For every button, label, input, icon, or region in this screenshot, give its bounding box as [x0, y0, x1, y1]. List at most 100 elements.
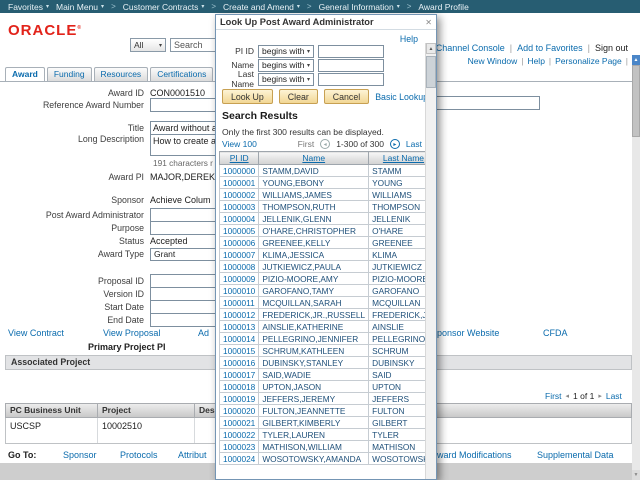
result-name-link[interactable]: WILLIAMS,JAMES [259, 189, 369, 201]
page-scrollbar[interactable]: ▲ ▼ [632, 55, 640, 480]
column-header-name[interactable]: Name [259, 152, 369, 165]
result-name-link[interactable]: SAID,WADIE [259, 369, 369, 381]
result-name-link[interactable]: JUTKIEWICZ,PAULA [259, 261, 369, 273]
breadcrumb-main-menu[interactable]: Main Menu ▾ [56, 2, 104, 12]
result-name-link[interactable]: YOUNG,EBONY [259, 177, 369, 189]
result-row[interactable]: 1000003 THOMPSON,RUTH THOMPSON [220, 201, 438, 213]
sponsor-website-link[interactable]: ponsor Website [437, 328, 499, 338]
next-row-icon[interactable]: ▸ [598, 392, 602, 400]
result-pi-id-link[interactable]: 1000016 [220, 357, 259, 369]
column-header-pi-id[interactable]: PI ID [220, 152, 259, 165]
result-pi-id-link[interactable]: 1000014 [220, 333, 259, 345]
result-name-link[interactable]: JEFFERS,JEREMY [259, 393, 369, 405]
result-row[interactable]: 1000020 FULTON,JEANNETTE FULTON [220, 405, 438, 417]
result-name-link[interactable]: STAMM,DAVID [259, 165, 369, 177]
end-date-input[interactable] [150, 313, 220, 327]
view-proposal-link[interactable]: View Proposal [103, 328, 160, 338]
goto-award-modifications-link[interactable]: ward Modifications [437, 450, 512, 460]
result-row[interactable]: 1000011 MCQUILLAN,SARAH MCQUILLAN [220, 297, 438, 309]
previous-row-icon[interactable]: ◂ [566, 392, 570, 400]
basic-lookup-link[interactable]: Basic Lookup [375, 92, 428, 102]
view-100-link[interactable]: View 100 [222, 139, 257, 149]
result-pi-id-link[interactable]: 1000013 [220, 321, 259, 333]
scroll-up-icon[interactable]: ▲ [632, 55, 640, 65]
pi-id-operator-select[interactable]: begins with ▾ [258, 45, 314, 58]
result-pi-id-link[interactable]: 1000017 [220, 369, 259, 381]
tab-resources[interactable]: Resources [94, 67, 149, 82]
result-pi-id-link[interactable]: 1000018 [220, 381, 259, 393]
result-row[interactable]: 1000006 GREENEE,KELLY GREENEE [220, 237, 438, 249]
clear-button[interactable]: Clear [279, 89, 318, 104]
result-pi-id-link[interactable]: 1000022 [220, 429, 259, 441]
result-row[interactable]: 1000024 WOSOTOWSKY,AMANDA WOSOTOWSKY [220, 453, 438, 465]
tab-award[interactable]: Award [5, 67, 45, 82]
scroll-up-icon[interactable]: ▲ [426, 43, 436, 54]
result-name-link[interactable]: DUBINSKY,STANLEY [259, 357, 369, 369]
result-name-link[interactable]: UPTON,JASON [259, 381, 369, 393]
scrollbar-thumb[interactable] [632, 65, 640, 137]
result-name-link[interactable]: MATHISON,WILLIAM [259, 441, 369, 453]
close-icon[interactable]: ✕ [425, 18, 432, 27]
pi-id-input[interactable] [318, 45, 384, 58]
cancel-button[interactable]: Cancel [324, 89, 369, 104]
result-name-link[interactable]: PIZIO-MOORE,AMY [259, 273, 369, 285]
result-name-link[interactable]: GILBERT,KIMBERLY [259, 417, 369, 429]
channel-console-link[interactable]: Channel Console [436, 43, 505, 53]
result-pi-id-link[interactable]: 1000023 [220, 441, 259, 453]
add-to-favorites-link[interactable]: Add to Favorites [517, 43, 583, 53]
result-row[interactable]: 1000009 PIZIO-MOORE,AMY PIZIO-MOORE [220, 273, 438, 285]
results-first-link[interactable]: First [298, 139, 315, 149]
new-window-link[interactable]: New Window [468, 56, 518, 66]
result-name-link[interactable]: PELLEGRINO,JENNIFER [259, 333, 369, 345]
result-row[interactable]: 1000023 MATHISON,WILLIAM MATHISON [220, 441, 438, 453]
result-pi-id-link[interactable]: 1000001 [220, 177, 259, 189]
result-row[interactable]: 1000007 KLIMA,JESSICA KLIMA [220, 249, 438, 261]
result-name-link[interactable]: GREENEE,KELLY [259, 237, 369, 249]
goto-protocols-link[interactable]: Protocols [120, 450, 158, 460]
grid-last-link[interactable]: Last [606, 391, 622, 401]
grid-first-link[interactable]: First [545, 391, 562, 401]
name-input[interactable] [318, 59, 384, 72]
result-pi-id-link[interactable]: 1000006 [220, 237, 259, 249]
result-name-link[interactable]: GAROFANO,TAMY [259, 285, 369, 297]
result-pi-id-link[interactable]: 1000005 [220, 225, 259, 237]
result-pi-id-link[interactable]: 1000020 [220, 405, 259, 417]
result-pi-id-link[interactable]: 1000010 [220, 285, 259, 297]
result-name-link[interactable]: KLIMA,JESSICA [259, 249, 369, 261]
goto-supplemental-data-link[interactable]: Supplemental Data [537, 450, 614, 460]
result-name-link[interactable]: THOMPSON,RUTH [259, 201, 369, 213]
result-name-link[interactable]: WOSOTOWSKY,AMANDA [259, 453, 369, 465]
scroll-down-icon[interactable]: ▼ [632, 470, 640, 480]
result-row[interactable]: 1000017 SAID,WADIE SAID [220, 369, 438, 381]
breadcrumb-create-and-amend[interactable]: Create and Amend ▾ [223, 2, 300, 12]
result-row[interactable]: 1000002 WILLIAMS,JAMES WILLIAMS [220, 189, 438, 201]
result-row[interactable]: 1000001 YOUNG,EBONY YOUNG [220, 177, 438, 189]
goto-attributes-link[interactable]: Attribut [178, 450, 207, 460]
result-name-link[interactable]: O'HARE,CHRISTOPHER [259, 225, 369, 237]
breadcrumb-customer-contracts[interactable]: Customer Contracts ▾ [123, 2, 205, 12]
result-pi-id-link[interactable]: 1000002 [220, 189, 259, 201]
personalize-page-link[interactable]: Personalize Page [555, 56, 622, 66]
additional-link[interactable]: Ad [198, 328, 209, 338]
lookup-help-link[interactable]: Help [400, 34, 418, 44]
column-header-project[interactable]: Project [98, 404, 195, 417]
sign-out-link[interactable]: Sign out [595, 43, 628, 53]
result-pi-id-link[interactable]: 1000004 [220, 213, 259, 225]
result-row[interactable]: 1000004 JELLENIK,GLENN JELLENIK [220, 213, 438, 225]
lookup-scrollbar[interactable]: ▲ [425, 43, 436, 479]
result-name-link[interactable]: AINSLIE,KATHERINE [259, 321, 369, 333]
result-row[interactable]: 1000013 AINSLIE,KATHERINE AINSLIE [220, 321, 438, 333]
result-row[interactable]: 1000012 FREDERICK,JR.,RUSSELL FREDERICK,… [220, 309, 438, 321]
result-name-link[interactable]: SCHRUM,KATHLEEN [259, 345, 369, 357]
result-row[interactable]: 1000014 PELLEGRINO,JENNIFER PELLEGRINO [220, 333, 438, 345]
result-pi-id-link[interactable]: 1000003 [220, 201, 259, 213]
result-row[interactable]: 1000019 JEFFERS,JEREMY JEFFERS [220, 393, 438, 405]
result-pi-id-link[interactable]: 1000007 [220, 249, 259, 261]
result-pi-id-link[interactable]: 1000019 [220, 393, 259, 405]
result-pi-id-link[interactable]: 1000000 [220, 165, 259, 177]
previous-page-icon[interactable]: ◂ [320, 139, 330, 149]
results-last-link[interactable]: Last [406, 139, 422, 149]
result-name-link[interactable]: MCQUILLAN,SARAH [259, 297, 369, 309]
result-row[interactable]: 1000018 UPTON,JASON UPTON [220, 381, 438, 393]
result-row[interactable]: 1000015 SCHRUM,KATHLEEN SCHRUM [220, 345, 438, 357]
